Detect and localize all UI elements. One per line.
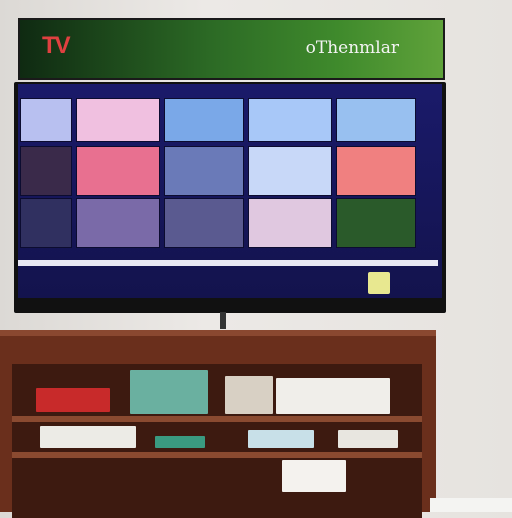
screen-tile <box>248 146 332 196</box>
screen-tile <box>76 198 160 248</box>
shelf-upper <box>12 416 422 422</box>
screen-tile <box>336 146 416 196</box>
paper-stack <box>282 460 346 492</box>
baseboard <box>430 498 512 512</box>
screen-tile <box>164 146 244 196</box>
brand-text: oThenmlar <box>305 38 399 58</box>
screen-tile <box>336 98 416 142</box>
tv-logo: TV <box>42 32 71 60</box>
tv-cabinet <box>0 330 436 518</box>
cd-cases <box>248 430 314 448</box>
screen-tile <box>20 198 72 248</box>
device-box <box>276 378 390 414</box>
screen-tile <box>164 198 244 248</box>
screen-tile <box>248 98 332 142</box>
tv-mount <box>220 312 226 329</box>
progress-bar <box>18 260 438 266</box>
screen-tile <box>76 146 160 196</box>
red-box <box>36 388 110 412</box>
console <box>155 436 205 448</box>
screen-tile <box>164 98 244 142</box>
receiver <box>338 430 398 448</box>
screen-tile <box>20 146 72 196</box>
logo-text: TV <box>42 32 71 59</box>
screen-tile <box>336 198 416 248</box>
television <box>14 82 446 313</box>
shelf-lower <box>12 452 422 458</box>
screen-tile <box>76 98 160 142</box>
screen-tile <box>20 98 72 142</box>
book-stack <box>225 376 273 414</box>
yellow-object <box>368 272 390 294</box>
picture-frame <box>130 370 208 414</box>
screen-tile <box>248 198 332 248</box>
dvd-player <box>40 426 136 448</box>
tv-banner: TV oThenmlar <box>18 18 445 80</box>
